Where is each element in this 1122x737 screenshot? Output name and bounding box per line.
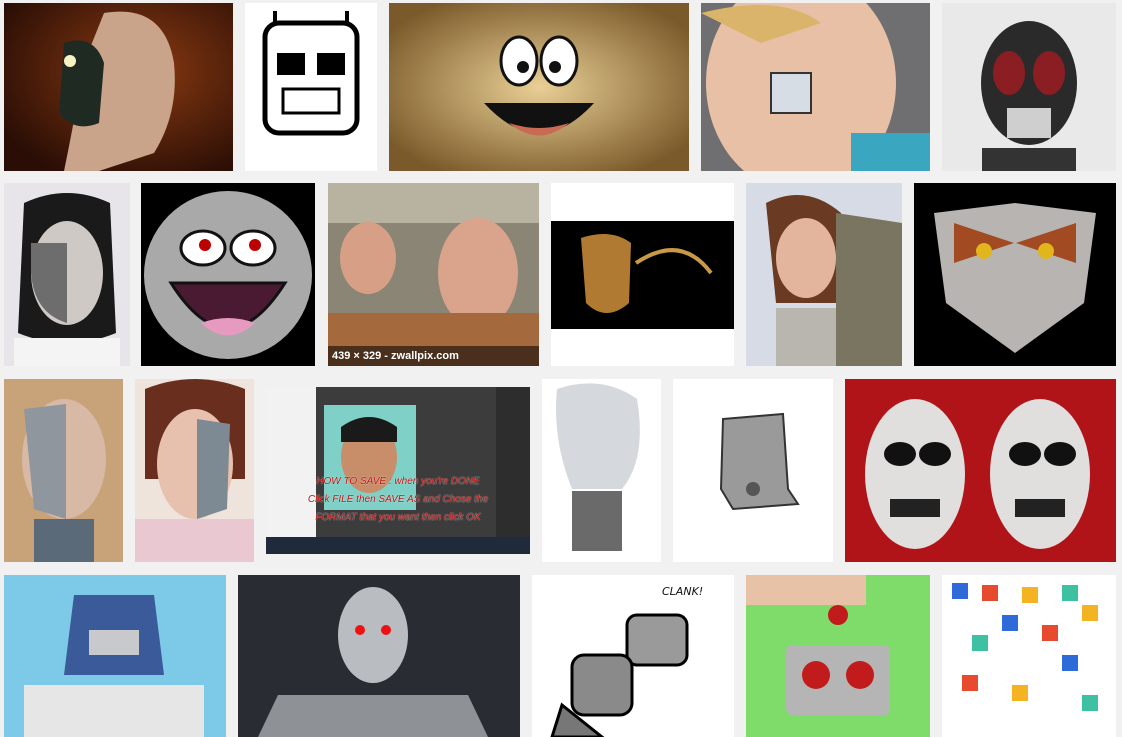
image-result-kamen-rider-helmet[interactable]	[942, 3, 1116, 171]
clank-text: CLANK!	[662, 585, 704, 598]
image-result-clank-robot-cartoon[interactable]: CLANK!	[532, 575, 734, 737]
photoshop-overlay-line-2: Click FILE then SAVE AS and Chose the	[307, 494, 489, 505]
image-result-robot-heads-workshop[interactable]: 439 × 329 - zwallpix.com	[328, 183, 539, 366]
image-result-half-skull-makeup[interactable]	[4, 183, 130, 366]
image-result-riveted-smiley-robot[interactable]	[141, 183, 315, 366]
photoshop-overlay-line-1: HOW TO SAVE : when you're DONE	[316, 476, 480, 487]
image-result-clay-robot-pendant[interactable]	[746, 575, 930, 737]
image-caption: 439 × 329 - zwallpix.com	[328, 346, 539, 366]
image-result-cartoon-smiley-face[interactable]	[389, 3, 689, 171]
image-result-woman-headlamp-profile[interactable]	[4, 3, 233, 171]
image-result-photoshop-tutorial[interactable]: HOW TO SAVE : when you're DONE Click FIL…	[266, 387, 530, 554]
image-result-boy-robot-face-paint[interactable]	[701, 3, 930, 171]
image-result-robot-head-drawing[interactable]	[245, 3, 377, 171]
image-result-mech-robot-face-art[interactable]	[914, 183, 1116, 366]
image-result-steampunk-mask[interactable]	[551, 183, 734, 366]
image-result-cyborg-face-paint-woman[interactable]	[4, 379, 123, 562]
image-result-white-android-head[interactable]	[542, 379, 661, 562]
image-result-transformer-toy[interactable]	[4, 575, 226, 737]
image-result-robot-pattern[interactable]	[942, 575, 1116, 737]
image-result-stone-robot-head[interactable]	[673, 379, 833, 562]
image-result-half-cyborg-makeup[interactable]	[135, 379, 254, 562]
image-result-skull-makeup-red-hair[interactable]	[845, 379, 1116, 562]
photoshop-overlay-line-3: FORMAT that you want then click OK	[315, 512, 481, 523]
image-result-terminator-endoskeleton[interactable]	[238, 575, 520, 737]
image-result-woman-robotic-neck[interactable]	[746, 183, 902, 366]
